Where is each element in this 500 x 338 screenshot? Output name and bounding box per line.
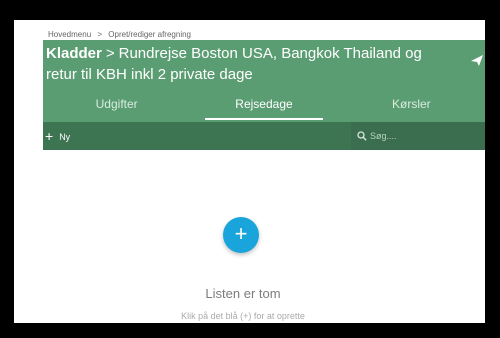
breadcrumb-home[interactable]: Hovedmenu [48, 30, 91, 39]
breadcrumb-separator: > [97, 30, 103, 39]
window-frame: Hovedmenu > Opret/rediger afregning Klad… [14, 20, 485, 323]
plus-icon: + [234, 221, 248, 246]
new-button-label: Ny [59, 132, 71, 142]
new-button[interactable]: + Ny [45, 122, 70, 150]
page-title: Kladder > Rundrejse Boston USA, Bangkok Th… [46, 43, 446, 85]
search-placeholder: Søg.... [370, 131, 397, 141]
plus-icon: + [45, 128, 54, 144]
title-text: Rundrejse Boston USA, Bangkok Thailand o… [46, 45, 422, 83]
empty-state-hint: Klik på det blå (+) for at oprette [181, 311, 305, 321]
tab-korsler[interactable]: Kørsler [338, 90, 485, 122]
toolbar: + Ny Søg.... [43, 122, 485, 150]
title-separator: > [105, 45, 115, 62]
breadcrumb-current: Opret/rediger afregning [108, 30, 191, 39]
share-icon[interactable] [469, 52, 485, 68]
page-header: Kladder > Rundrejse Boston USA, Bangkok Th… [43, 40, 485, 122]
search-icon [357, 131, 367, 141]
tab-udgifter[interactable]: Udgifter [43, 90, 190, 122]
search-input[interactable]: Søg.... [351, 122, 485, 150]
title-section-link[interactable]: Kladder [46, 45, 102, 62]
app-page: Hovedmenu > Opret/rediger afregning Klad… [43, 28, 485, 323]
tab-bar: Udgifter Rejsedage Kørsler [43, 90, 485, 122]
tab-rejsedage[interactable]: Rejsedage [190, 90, 337, 122]
add-fab-button[interactable]: + [223, 217, 259, 253]
empty-state-title: Listen er tom [205, 286, 281, 301]
